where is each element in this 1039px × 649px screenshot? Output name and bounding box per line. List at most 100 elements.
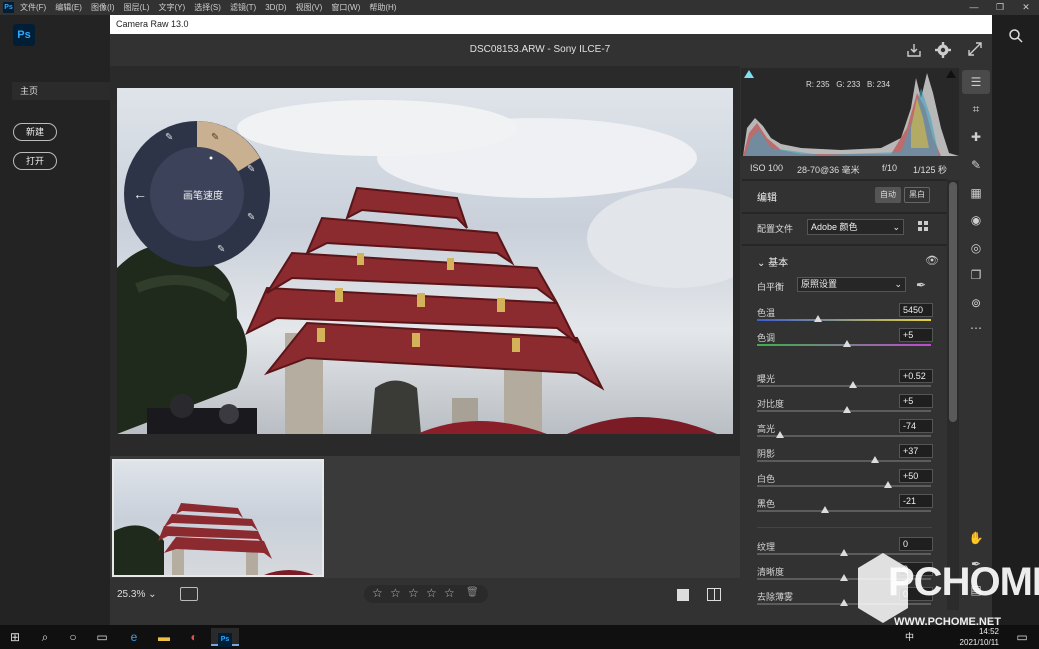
brush-icon[interactable]: ✎ (165, 132, 173, 143)
eyedropper-icon[interactable]: ✒ (916, 278, 926, 292)
slider-whites[interactable]: 白色 +50 (757, 469, 933, 494)
slider-value[interactable]: +5 (899, 394, 933, 408)
menu-filter[interactable]: 滤镜(T) (230, 0, 256, 15)
menu-window[interactable]: 窗口(W) (331, 0, 360, 15)
slider-value[interactable]: +37 (899, 444, 933, 458)
slider-value[interactable]: -74 (899, 419, 933, 433)
more-icon[interactable]: ⋯ (968, 320, 984, 336)
slider-value[interactable]: +5 (899, 328, 933, 342)
compare-view-icon[interactable] (707, 588, 721, 601)
basic-section-header[interactable]: ⌄ 基本 (757, 254, 788, 269)
star-2[interactable]: ☆ (390, 586, 401, 600)
profile-select[interactable]: Adobe 颜色 ⌄ (807, 219, 904, 235)
slider-handle[interactable] (871, 456, 880, 463)
brush-speed-icon[interactable]: ✎ (211, 132, 219, 143)
presets-icon[interactable]: ⊚ (968, 295, 984, 311)
menu-3d[interactable]: 3D(D) (265, 0, 286, 15)
menu-edit[interactable]: 编辑(E) (55, 0, 82, 15)
slider-value[interactable]: 5450 (899, 303, 933, 317)
slider-tint[interactable]: 色调 +5 (757, 328, 933, 353)
menu-layer[interactable]: 图层(L) (124, 0, 150, 15)
back-arrow-icon[interactable]: ← (133, 186, 147, 202)
gear-icon[interactable] (934, 41, 952, 62)
photoshop-taskbar-icon[interactable]: Ps (211, 628, 239, 647)
slider-track[interactable] (757, 319, 931, 321)
edge-icon[interactable]: e (125, 628, 143, 646)
slider-value[interactable]: +0.52 (899, 369, 933, 383)
menu-type[interactable]: 文字(Y) (158, 0, 185, 15)
slider-value[interactable]: +50 (899, 469, 933, 483)
slider-blacks[interactable]: 黑色 -21 (757, 494, 933, 519)
star-3[interactable]: ☆ (408, 586, 419, 600)
maximize-button[interactable]: ❐ (987, 0, 1013, 15)
snapshots-icon[interactable]: ❐ (968, 267, 984, 283)
graduated-filter-icon[interactable]: ▦ (968, 185, 984, 201)
radial-filter-icon[interactable]: ◉ (968, 212, 984, 228)
menu-image[interactable]: 图像(I) (91, 0, 115, 15)
cortana-icon[interactable]: ○ (64, 628, 82, 646)
search-icon[interactable]: ⌕ (36, 628, 54, 646)
file-explorer-icon[interactable]: ▬ (155, 628, 173, 646)
slider-value[interactable]: -21 (899, 494, 933, 508)
star-1[interactable]: ☆ (372, 586, 383, 600)
menu-help[interactable]: 帮助(H) (369, 0, 396, 15)
brush-size-icon[interactable]: ✎ (247, 164, 255, 175)
trash-icon[interactable]: 🗑 (466, 587, 479, 598)
slider-handle[interactable] (775, 431, 784, 438)
zoom-select[interactable]: 25.3% ⌄ (117, 589, 157, 600)
slider-handle[interactable] (843, 406, 852, 413)
star-4[interactable]: ☆ (426, 586, 437, 600)
filmstrip-toggle-icon[interactable] (180, 587, 198, 601)
task-view-icon[interactable]: ▭ (93, 628, 111, 646)
eye-icon[interactable]: 👁 (925, 254, 939, 267)
photo-preview[interactable]: 画笔速度 ← ✎ ✎ ✎ ✎ ✎ (117, 88, 733, 434)
close-button[interactable]: ✕ (1013, 0, 1039, 15)
brush-feather-icon[interactable]: ✎ (247, 212, 255, 223)
filmstrip-thumbnail[interactable] (112, 459, 324, 577)
adjustment-brush-icon[interactable]: ✎ (968, 157, 984, 173)
single-view-icon[interactable] (677, 589, 689, 601)
slider-handle[interactable] (848, 381, 857, 388)
slider-handle[interactable] (820, 506, 829, 513)
panel-scroll-thumb[interactable] (949, 182, 957, 422)
minimize-button[interactable]: — (961, 0, 987, 15)
auto-button[interactable]: 自动 (875, 187, 901, 203)
slider-contrast[interactable]: 对比度 +5 (757, 394, 933, 419)
hand-icon[interactable]: ✋ (968, 530, 984, 546)
wb-select[interactable]: 原照设置 ⌄ (797, 277, 906, 292)
home-tab[interactable]: 主页 (12, 82, 110, 100)
slider-track[interactable] (757, 385, 931, 387)
slider-handle[interactable] (813, 315, 822, 322)
slider-exposure[interactable]: 曝光 +0.52 (757, 369, 933, 394)
profile-browser-icon[interactable] (918, 221, 930, 233)
slider-highlights[interactable]: 高光 -74 (757, 419, 933, 444)
slider-track[interactable] (757, 485, 931, 487)
radial-brush-menu[interactable]: 画笔速度 ← ✎ ✎ ✎ ✎ ✎ (123, 120, 271, 268)
slider-temperature[interactable]: 色温 5450 (757, 303, 933, 328)
healing-icon[interactable]: ✚ (968, 129, 984, 145)
red-eye-icon[interactable]: ◎ (968, 240, 984, 256)
bw-button[interactable]: 黑白 (904, 187, 930, 203)
open-button[interactable]: 打开 (13, 152, 57, 170)
slider-track[interactable] (757, 510, 931, 512)
menu-file[interactable]: 文件(F) (20, 0, 46, 15)
slider-handle[interactable] (883, 481, 892, 488)
star-5[interactable]: ☆ (444, 586, 455, 600)
windows-start-icon[interactable]: ⊞ (6, 628, 24, 646)
edit-sliders-icon[interactable]: ☰ (968, 74, 984, 90)
save-icon[interactable] (906, 42, 922, 61)
shadow-clip-warning-icon[interactable] (744, 70, 754, 78)
fullscreen-icon[interactable] (967, 41, 983, 60)
menu-select[interactable]: 选择(S) (194, 0, 221, 15)
ps-menubar: Ps 文件(F) 编辑(E) 图像(I) 图层(L) 文字(Y) 选择(S) 滤… (0, 0, 1039, 15)
new-button[interactable]: 新建 (13, 123, 57, 141)
app-icon[interactable]: ◐ (185, 628, 203, 646)
slider-track[interactable] (757, 460, 931, 462)
crop-icon[interactable]: ⌗ (968, 101, 984, 117)
slider-handle[interactable] (843, 340, 852, 347)
search-icon[interactable] (1008, 28, 1024, 44)
slider-shadows[interactable]: 阴影 +37 (757, 444, 933, 469)
menu-view[interactable]: 视图(V) (296, 0, 323, 15)
highlight-clip-warning-icon[interactable] (946, 70, 956, 78)
brush-flow-icon[interactable]: ✎ (217, 244, 225, 255)
